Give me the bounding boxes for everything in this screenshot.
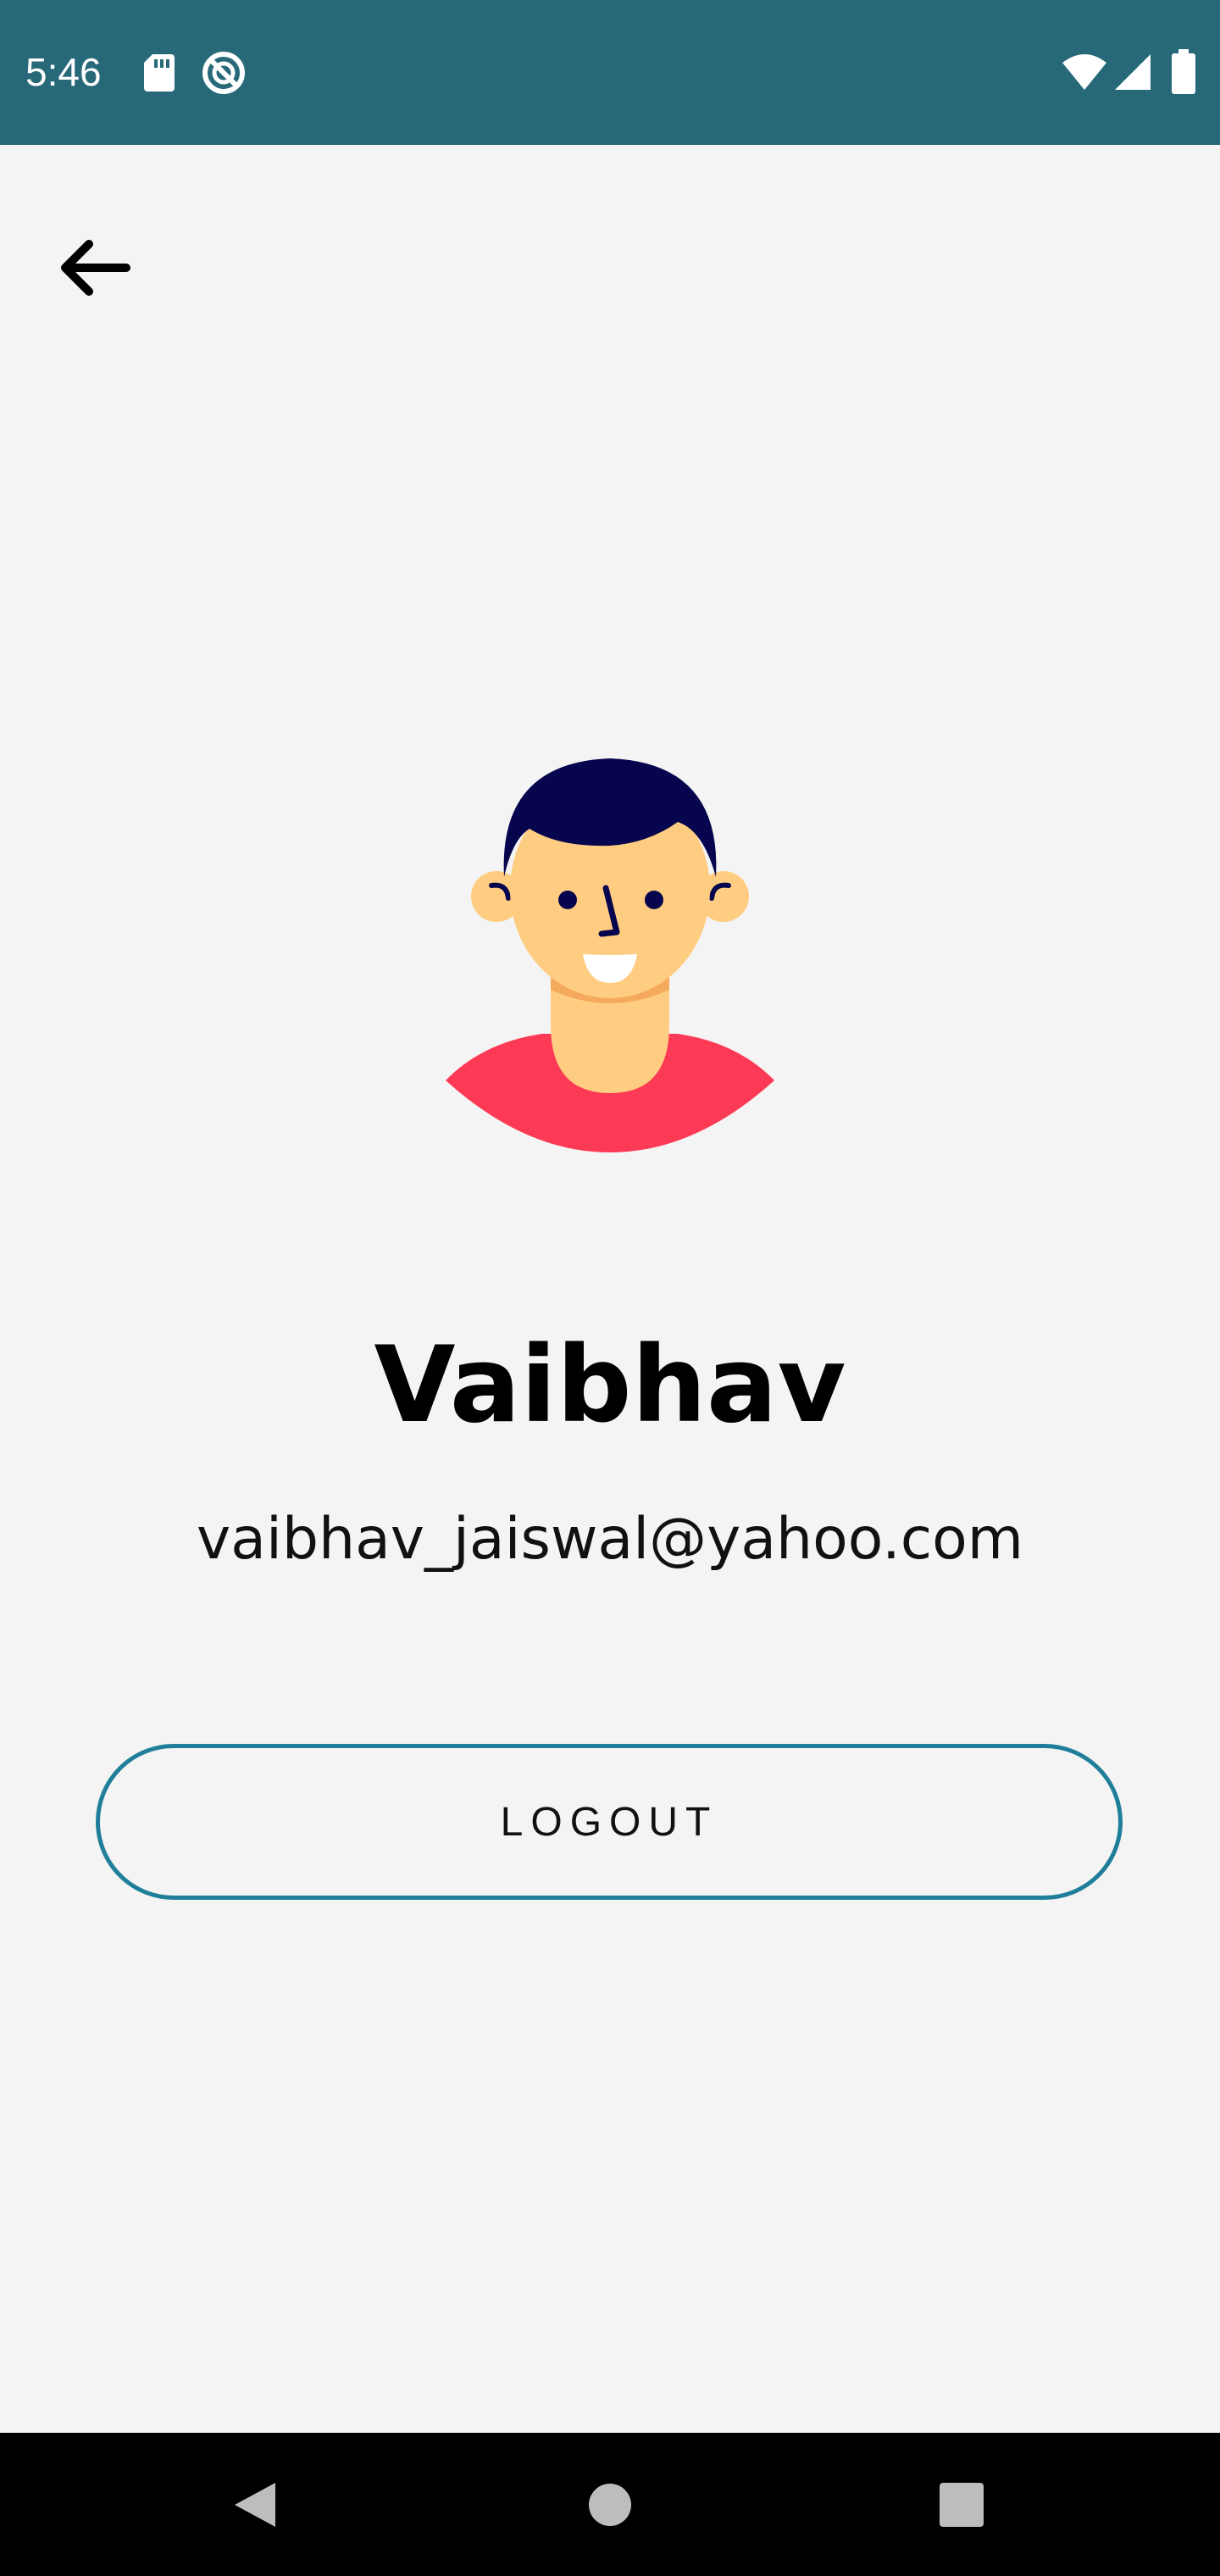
status-time: 5:46 [25,50,102,94]
avatar-right-eye [645,891,663,909]
logout-label: LOGOUT [500,1799,718,1845]
nav-recents-icon [940,2483,984,2527]
nav-home-icon [589,2484,631,2526]
battery-icon [1172,49,1195,94]
navigation-bar [0,2433,1220,2576]
nav-back-icon [235,2483,275,2527]
nav-home-button[interactable] [572,2467,648,2543]
profile-screen: 5:46 Vaibhav vaibhav_jaiswal@yahoo.com L… [0,0,1220,2576]
nav-back-button[interactable] [217,2467,293,2543]
user-name: Vaibhav [374,1324,846,1446]
user-email: vaibhav_jaiswal@yahoo.com [197,1506,1023,1573]
avatar-illustration [446,758,774,1152]
sd-card-icon [144,54,175,92]
nav-recents-button[interactable] [923,2467,1000,2543]
wifi-icon [1062,54,1106,90]
sync-disabled-icon [202,52,245,94]
avatar-left-eye [558,891,577,909]
logout-button[interactable]: LOGOUT [96,1744,1123,1900]
back-button[interactable] [44,219,142,317]
status-bar: 5:46 [0,0,1220,145]
signal-icon [1115,54,1151,90]
arrow-left-icon [61,240,130,296]
